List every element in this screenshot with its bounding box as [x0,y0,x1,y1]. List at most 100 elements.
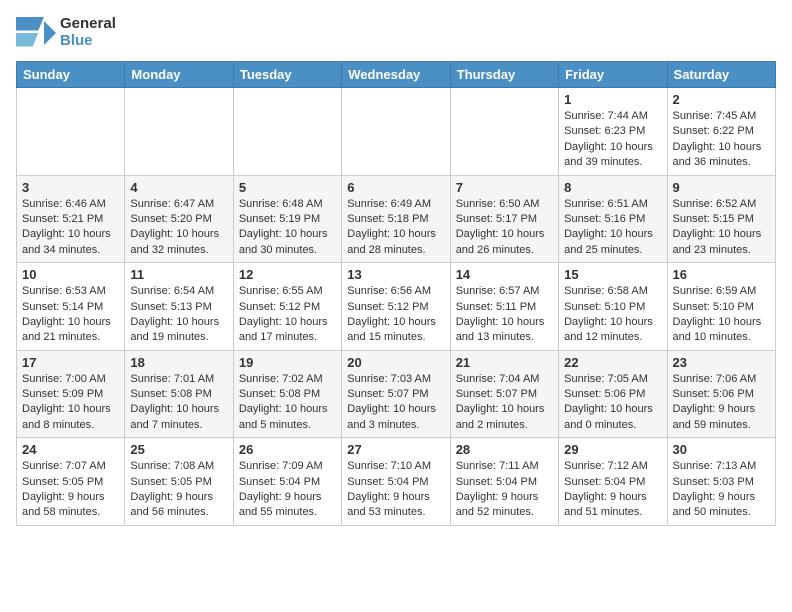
day-info: Sunrise: 6:57 AM Sunset: 5:11 PM Dayligh… [456,284,553,346]
calendar-cell: 24 Sunrise: 7:07 AM Sunset: 5:05 PM Dayli… [17,438,125,526]
day-info: Sunrise: 7:10 AM Sunset: 5:04 PM Dayligh… [347,459,444,521]
day-info: Sunrise: 7:06 AM Sunset: 5:06 PM Dayligh… [673,372,770,434]
day-number: 9 [673,180,770,195]
calendar-cell: 6 Sunrise: 6:49 AM Sunset: 5:18 PM Daylig… [342,175,450,263]
day-info: Sunrise: 7:00 AM Sunset: 5:09 PM Dayligh… [22,372,119,434]
day-number: 6 [347,180,444,195]
calendar-cell: 1 Sunrise: 7:44 AM Sunset: 6:23 PM Daylig… [559,88,667,176]
day-info: Sunrise: 6:55 AM Sunset: 5:12 PM Dayligh… [239,284,336,346]
calendar-cell [125,88,233,176]
day-number: 8 [564,180,661,195]
calendar-cell: 2 Sunrise: 7:45 AM Sunset: 6:22 PM Daylig… [667,88,775,176]
calendar-cell: 17 Sunrise: 7:00 AM Sunset: 5:09 PM Dayli… [17,350,125,438]
day-info: Sunrise: 6:49 AM Sunset: 5:18 PM Dayligh… [347,197,444,259]
calendar-cell: 5 Sunrise: 6:48 AM Sunset: 5:19 PM Daylig… [233,175,341,263]
calendar-cell: 21 Sunrise: 7:04 AM Sunset: 5:07 PM Dayli… [450,350,558,438]
day-info: Sunrise: 7:07 AM Sunset: 5:05 PM Dayligh… [22,459,119,521]
calendar-cell: 27 Sunrise: 7:10 AM Sunset: 5:04 PM Dayli… [342,438,450,526]
day-number: 30 [673,442,770,457]
calendar-week-5: 24 Sunrise: 7:07 AM Sunset: 5:05 PM Dayli… [17,438,776,526]
logo: General Blue [16,16,116,49]
day-number: 29 [564,442,661,457]
day-info: Sunrise: 7:44 AM Sunset: 6:23 PM Dayligh… [564,109,661,171]
day-number: 15 [564,267,661,282]
calendar-cell [233,88,341,176]
calendar-cell: 9 Sunrise: 6:52 AM Sunset: 5:15 PM Daylig… [667,175,775,263]
calendar-cell: 11 Sunrise: 6:54 AM Sunset: 5:13 PM Dayli… [125,263,233,351]
day-info: Sunrise: 7:11 AM Sunset: 5:04 PM Dayligh… [456,459,553,521]
weekday-header-row: SundayMondayTuesdayWednesdayThursdayFrid… [17,62,776,88]
day-info: Sunrise: 6:51 AM Sunset: 5:16 PM Dayligh… [564,197,661,259]
day-number: 17 [22,355,119,370]
calendar-cell: 12 Sunrise: 6:55 AM Sunset: 5:12 PM Dayli… [233,263,341,351]
day-info: Sunrise: 6:59 AM Sunset: 5:10 PM Dayligh… [673,284,770,346]
day-info: Sunrise: 6:52 AM Sunset: 5:15 PM Dayligh… [673,197,770,259]
calendar-cell: 23 Sunrise: 7:06 AM Sunset: 5:06 PM Dayli… [667,350,775,438]
day-number: 11 [130,267,227,282]
calendar-week-2: 3 Sunrise: 6:46 AM Sunset: 5:21 PM Daylig… [17,175,776,263]
weekday-header-thursday: Thursday [450,62,558,88]
calendar-cell: 30 Sunrise: 7:13 AM Sunset: 5:03 PM Dayli… [667,438,775,526]
calendar-cell: 14 Sunrise: 6:57 AM Sunset: 5:11 PM Dayli… [450,263,558,351]
day-number: 25 [130,442,227,457]
day-number: 22 [564,355,661,370]
calendar-table: SundayMondayTuesdayWednesdayThursdayFrid… [16,61,776,526]
day-number: 16 [673,267,770,282]
day-number: 14 [456,267,553,282]
weekday-header-tuesday: Tuesday [233,62,341,88]
day-number: 1 [564,92,661,107]
weekday-header-saturday: Saturday [667,62,775,88]
day-info: Sunrise: 6:46 AM Sunset: 5:21 PM Dayligh… [22,197,119,259]
day-info: Sunrise: 6:48 AM Sunset: 5:19 PM Dayligh… [239,197,336,259]
weekday-header-sunday: Sunday [17,62,125,88]
day-number: 27 [347,442,444,457]
day-number: 19 [239,355,336,370]
day-info: Sunrise: 7:03 AM Sunset: 5:07 PM Dayligh… [347,372,444,434]
calendar-cell: 10Sunrise: 6:53 AM Sunset: 5:14 PM Dayli… [17,263,125,351]
day-info: Sunrise: 7:09 AM Sunset: 5:04 PM Dayligh… [239,459,336,521]
day-number: 26 [239,442,336,457]
calendar-cell [17,88,125,176]
calendar-cell: 7Sunrise: 6:50 AM Sunset: 5:17 PM Daylig… [450,175,558,263]
calendar-cell [450,88,558,176]
calendar-week-1: 1 Sunrise: 7:44 AM Sunset: 6:23 PM Daylig… [17,88,776,176]
day-info: Sunrise: 7:08 AM Sunset: 5:05 PM Dayligh… [130,459,227,521]
day-number: 18 [130,355,227,370]
calendar-cell [342,88,450,176]
day-info: Sunrise: 7:13 AM Sunset: 5:03 PM Dayligh… [673,459,770,521]
day-number: 12 [239,267,336,282]
day-info: Sunrise: 6:56 AM Sunset: 5:12 PM Dayligh… [347,284,444,346]
calendar-body: 1 Sunrise: 7:44 AM Sunset: 6:23 PM Daylig… [17,88,776,526]
day-number: 28 [456,442,553,457]
calendar-cell: 18Sunrise: 7:01 AM Sunset: 5:08 PM Dayli… [125,350,233,438]
day-number: 13 [347,267,444,282]
calendar-cell: 3 Sunrise: 6:46 AM Sunset: 5:21 PM Daylig… [17,175,125,263]
day-number: 23 [673,355,770,370]
calendar-cell: 25 Sunrise: 7:08 AM Sunset: 5:05 PM Dayli… [125,438,233,526]
day-number: 4 [130,180,227,195]
calendar-cell: 4 Sunrise: 6:47 AM Sunset: 5:20 PM Daylig… [125,175,233,263]
weekday-header-monday: Monday [125,62,233,88]
calendar-cell: 22 Sunrise: 7:05 AM Sunset: 5:06 PM Dayli… [559,350,667,438]
day-number: 10 [22,267,119,282]
day-info: Sunrise: 6:47 AM Sunset: 5:20 PM Dayligh… [130,197,227,259]
calendar-cell: 20 Sunrise: 7:03 AM Sunset: 5:07 PM Dayli… [342,350,450,438]
day-number: 7 [456,180,553,195]
day-info: Sunrise: 7:12 AM Sunset: 5:04 PM Dayligh… [564,459,661,521]
day-info: Sunrise: 7:04 AM Sunset: 5:07 PM Dayligh… [456,372,553,434]
calendar-cell: 19Sunrise: 7:02 AM Sunset: 5:08 PM Dayli… [233,350,341,438]
day-info: Sunrise: 7:05 AM Sunset: 5:06 PM Dayligh… [564,372,661,434]
day-number: 5 [239,180,336,195]
calendar-cell: 15Sunrise: 6:58 AM Sunset: 5:10 PM Dayli… [559,263,667,351]
day-number: 3 [22,180,119,195]
calendar-cell: 13 Sunrise: 6:56 AM Sunset: 5:12 PM Dayli… [342,263,450,351]
day-info: Sunrise: 6:54 AM Sunset: 5:13 PM Dayligh… [130,284,227,346]
calendar-week-3: 10Sunrise: 6:53 AM Sunset: 5:14 PM Dayli… [17,263,776,351]
day-number: 2 [673,92,770,107]
day-number: 21 [456,355,553,370]
day-info: Sunrise: 7:45 AM Sunset: 6:22 PM Dayligh… [673,109,770,171]
weekday-header-wednesday: Wednesday [342,62,450,88]
day-number: 24 [22,442,119,457]
day-number: 20 [347,355,444,370]
calendar-cell: 8 Sunrise: 6:51 AM Sunset: 5:16 PM Daylig… [559,175,667,263]
